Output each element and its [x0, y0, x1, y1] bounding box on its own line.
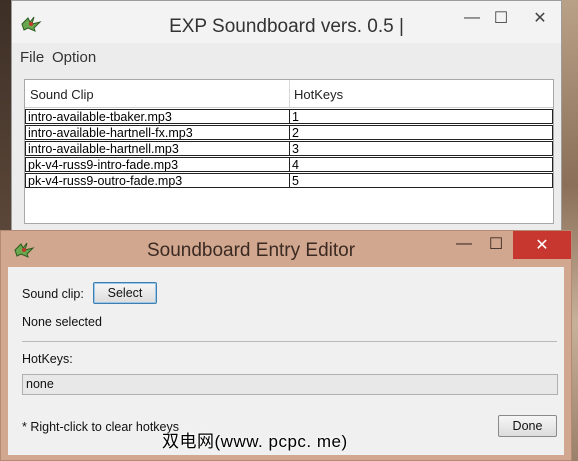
table-header: Sound Clip HotKeys	[25, 80, 553, 108]
select-button[interactable]: Select	[93, 282, 157, 304]
done-button[interactable]: Done	[498, 415, 557, 437]
hotkey-cell[interactable]: 2	[289, 125, 553, 140]
clip-cell[interactable]: pk-v4-russ9-outro-fade.mp3	[25, 173, 290, 188]
maximize-button[interactable]: ☐	[481, 231, 511, 257]
hotkey-cell[interactable]: 5	[289, 173, 553, 188]
hotkeys-label: HotKeys:	[22, 352, 73, 366]
table-row[interactable]: intro-available-tbaker.mp3 1	[25, 109, 553, 124]
close-button[interactable]: ✕	[518, 1, 562, 35]
table-row[interactable]: intro-available-hartnell-fx.mp3 2	[25, 125, 553, 140]
app-icon	[21, 16, 42, 32]
hotkey-cell[interactable]: 3	[289, 141, 553, 156]
main-window-title: EXP Soundboard vers. 0.5 |	[169, 16, 404, 37]
minimize-button[interactable]: —	[457, 1, 487, 35]
menu-file[interactable]: File	[20, 49, 44, 66]
table-row[interactable]: intro-available-hartnell.mp3 3	[25, 141, 553, 156]
column-divider	[289, 80, 290, 107]
clip-cell[interactable]: intro-available-tbaker.mp3	[25, 109, 290, 124]
minimize-button[interactable]: —	[449, 231, 479, 257]
main-titlebar[interactable]: EXP Soundboard vers. 0.5 | — ☐ ✕	[12, 1, 561, 43]
menu-bar: File Option	[14, 45, 559, 69]
dialog-title: Soundboard Entry Editor	[146, 240, 356, 261]
clip-cell[interactable]: intro-available-hartnell-fx.mp3	[25, 125, 290, 140]
sound-clip-label: Sound clip:	[22, 287, 84, 301]
dialog-titlebar[interactable]: Soundboard Entry Editor — ☐ ✕	[1, 231, 571, 267]
close-button[interactable]: ✕	[513, 231, 571, 259]
hotkey-cell[interactable]: 4	[289, 157, 553, 172]
soundboard-main-window: EXP Soundboard vers. 0.5 | — ☐ ✕ File Op…	[11, 0, 562, 232]
column-header-hotkeys[interactable]: HotKeys	[294, 87, 343, 102]
separator	[22, 341, 557, 342]
table-row[interactable]: pk-v4-russ9-outro-fade.mp3 5	[25, 173, 553, 188]
clear-hotkeys-hint: * Right-click to clear hotkeys	[22, 420, 180, 434]
hotkeys-field[interactable]: none	[22, 374, 558, 395]
clip-cell[interactable]: pk-v4-russ9-intro-fade.mp3	[25, 157, 290, 172]
table-row[interactable]: pk-v4-russ9-intro-fade.mp3 4	[25, 157, 553, 172]
column-header-sound-clip[interactable]: Sound Clip	[30, 87, 94, 102]
hotkey-cell[interactable]: 1	[289, 109, 553, 124]
app-icon	[14, 242, 35, 258]
menu-option[interactable]: Option	[52, 49, 96, 66]
site-watermark: 双电网(www. pcpc. me)	[162, 432, 348, 451]
sound-clip-table[interactable]: Sound Clip HotKeys intro-available-tbake…	[24, 79, 554, 224]
clip-cell[interactable]: intro-available-hartnell.mp3	[25, 141, 290, 156]
maximize-button[interactable]: ☐	[486, 1, 516, 35]
selection-status: None selected	[22, 315, 102, 329]
